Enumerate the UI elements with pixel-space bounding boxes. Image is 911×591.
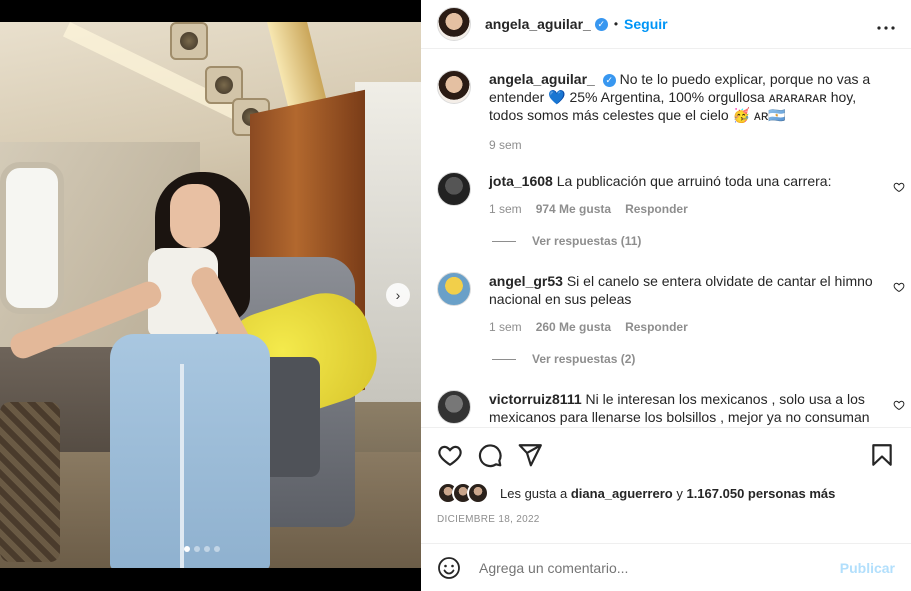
- comment-time: 1 sem: [489, 320, 522, 334]
- carousel-dot: [184, 546, 190, 552]
- post-header: angela_aguilar_ ✓ • Seguir: [421, 0, 911, 49]
- comment-likes[interactable]: 260 Me gusta: [536, 318, 611, 336]
- follow-button[interactable]: Seguir: [624, 16, 668, 32]
- next-slide-button[interactable]: ›: [386, 283, 410, 307]
- verified-icon: ✓: [602, 73, 616, 87]
- carousel-dot: [214, 546, 220, 552]
- view-replies-button[interactable]: Ver respuestas (11): [492, 234, 641, 248]
- comment-username[interactable]: jota_1608: [489, 173, 553, 189]
- comment-item: angel_gr53 Si el canelo se entera olvida…: [437, 272, 879, 336]
- avatar[interactable]: [437, 390, 471, 424]
- like-comment-icon[interactable]: [893, 399, 905, 411]
- post-side-panel: angela_aguilar_ ✓ • Seguir angela_aguila…: [421, 0, 911, 591]
- avatar[interactable]: [437, 70, 471, 104]
- add-comment-bar: Publicar: [421, 543, 911, 591]
- view-replies-label: Ver respuestas (2): [532, 352, 636, 366]
- post-date: DICIEMBRE 18, 2022: [437, 514, 540, 525]
- comment-username[interactable]: victorruiz8111: [489, 391, 582, 407]
- view-replies-button[interactable]: Ver respuestas (2): [492, 352, 635, 366]
- reply-button[interactable]: Responder: [625, 318, 688, 336]
- like-comment-icon[interactable]: [893, 181, 905, 193]
- comment-input[interactable]: [477, 558, 840, 577]
- avatar[interactable]: [437, 272, 471, 306]
- likes-summary: Les gusta a diana_aguerrero y 1.167.050 …: [421, 482, 911, 504]
- emoji-icon[interactable]: [437, 556, 461, 580]
- caption-time: 9 sem: [489, 138, 522, 152]
- person-face: [170, 184, 220, 248]
- avatar[interactable]: [437, 7, 471, 41]
- share-icon[interactable]: [517, 442, 543, 468]
- chevron-right-icon: ›: [395, 287, 401, 303]
- post-photo: [0, 22, 421, 568]
- likes-count[interactable]: 1.167.050 personas más: [686, 486, 835, 501]
- comment-time: 1 sem: [489, 202, 522, 216]
- comment-text: La publicación que arruinó toda una carr…: [556, 173, 832, 189]
- carousel-dots: [184, 546, 220, 552]
- comment-icon[interactable]: [477, 442, 503, 468]
- comments-list[interactable]: angela_aguilar_ ✓ No te lo puedo explica…: [421, 49, 911, 427]
- verified-icon: ✓: [594, 17, 608, 31]
- plane-window: [0, 162, 64, 314]
- like-comment-icon[interactable]: [893, 281, 905, 293]
- comment-item: jota_1608 La publicación que arruinó tod…: [437, 172, 879, 218]
- likes-conj: y: [676, 485, 683, 501]
- publish-button[interactable]: Publicar: [840, 560, 895, 576]
- view-replies-label: Ver respuestas (11): [532, 234, 642, 248]
- likers-avatars[interactable]: [437, 482, 489, 504]
- liker-username[interactable]: diana_aguerrero: [571, 486, 673, 501]
- like-icon[interactable]: [437, 442, 463, 468]
- carousel-dot: [194, 546, 200, 552]
- avatar[interactable]: [437, 172, 471, 206]
- caption: angela_aguilar_ ✓ No te lo puedo explica…: [437, 70, 879, 154]
- post-media: ›: [0, 0, 421, 591]
- more-options-icon[interactable]: [877, 14, 895, 35]
- post-actions: Les gusta a diana_aguerrero y 1.167.050 …: [421, 427, 911, 525]
- separator-dot: •: [613, 17, 619, 31]
- comment-username[interactable]: angel_gr53: [489, 273, 563, 289]
- comment-likes[interactable]: 974 Me gusta: [536, 200, 611, 218]
- likes-prefix: Les gusta a: [500, 485, 568, 501]
- bookmark-icon[interactable]: [869, 442, 895, 468]
- reply-button[interactable]: Responder: [625, 200, 688, 218]
- carousel-dot: [204, 546, 210, 552]
- comment-item: victorruiz8111 Ni le interesan los mexic…: [437, 390, 879, 426]
- caption-username[interactable]: angela_aguilar_: [489, 71, 595, 87]
- post-username[interactable]: angela_aguilar_: [485, 16, 591, 32]
